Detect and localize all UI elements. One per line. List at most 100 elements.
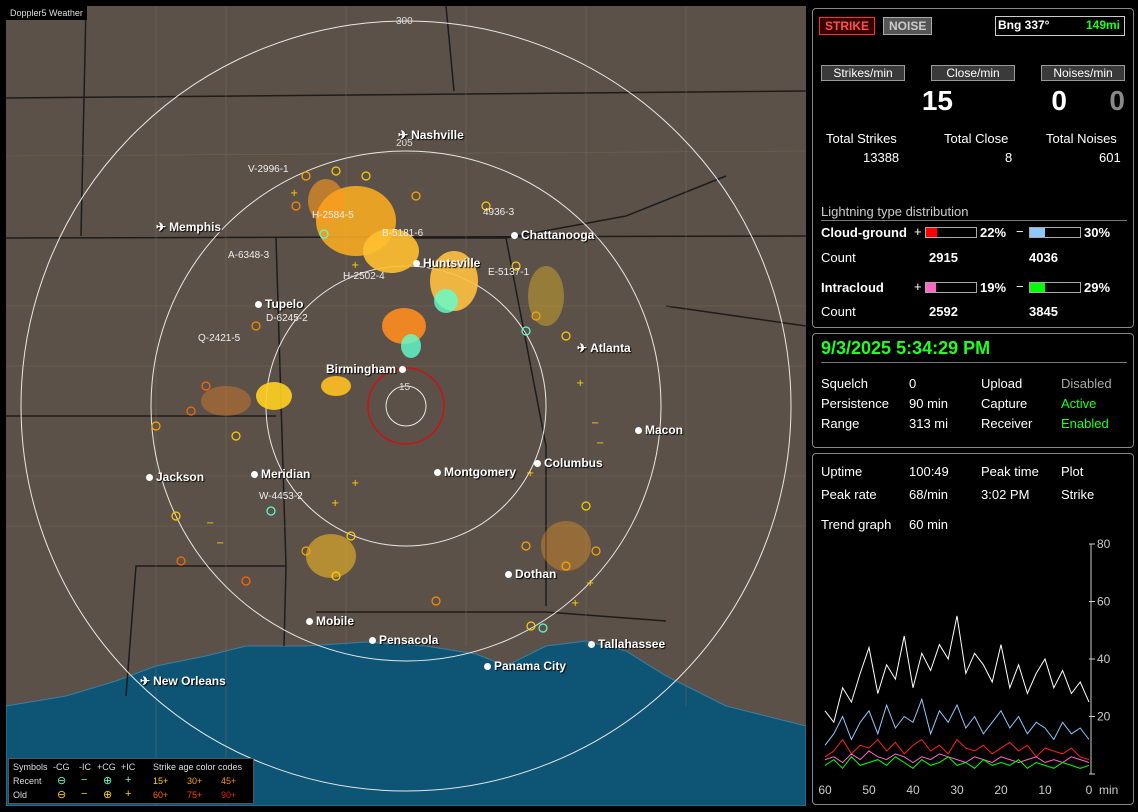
storm-label[interactable]: V-2996-1 — [248, 164, 289, 175]
upload-status[interactable]: Disabled — [1061, 376, 1112, 391]
noises-per-min-label: Noises/min — [1041, 65, 1125, 81]
minus-sign: − — [1016, 279, 1024, 294]
city-dot-icon — [588, 641, 595, 649]
receiver-status[interactable]: Enabled — [1061, 416, 1109, 431]
city-atlanta: ✈ Atlanta — [577, 341, 631, 355]
legend-symbols-label: Symbols — [13, 762, 48, 772]
cg-positive-count: 2915 — [929, 250, 958, 265]
city-dot-icon — [251, 471, 258, 479]
peak-rate-label: Peak rate — [821, 487, 877, 502]
symbol-legend: Symbols -CG -IC +CG +IC Strike age color… — [8, 758, 254, 804]
age-code: 45+ — [221, 776, 237, 786]
svg-text:−: − — [206, 518, 214, 529]
lightning-map[interactable]: + + + − − − − + + + + + Doppler5 Weather 300 205… — [6, 6, 806, 806]
uptime-label: Uptime — [821, 464, 863, 479]
storm-label[interactable]: D-6245-2 — [266, 313, 308, 324]
cg-positive-bar — [925, 227, 977, 238]
noises-per-min-value: 0 — [1109, 85, 1125, 116]
city-macon: Macon — [635, 423, 683, 437]
storm-label[interactable]: W-4453-2 — [259, 491, 303, 502]
svg-text:+: + — [571, 598, 579, 609]
range-value[interactable]: 313 mi — [909, 416, 948, 431]
city-chattanooga: Chattanooga — [511, 228, 594, 242]
plot-value[interactable]: Strike — [1061, 487, 1094, 502]
ic-negative-percent: 29% — [1084, 280, 1111, 295]
svg-text:+: + — [576, 378, 584, 389]
plus-sign: + — [914, 224, 922, 239]
city-dot-icon — [434, 469, 441, 477]
bearing-display: Bng 337° 149mi — [995, 16, 1125, 36]
trend-series-line — [824, 750, 1090, 764]
x-unit-label: min — [1099, 783, 1118, 797]
age-code: 15+ — [153, 776, 169, 786]
trend-graph-value[interactable]: 60 min — [909, 517, 948, 532]
ic-negative-bar — [1029, 282, 1081, 293]
airplane-icon: ✈ — [398, 128, 409, 142]
city-memphis: ✈ Memphis — [156, 220, 222, 234]
capture-label: Capture — [981, 396, 1028, 411]
cloud-ground-label: Cloud-ground — [821, 225, 907, 240]
age-code: 75+ — [187, 790, 203, 800]
airplane-icon: ✈ — [156, 220, 167, 234]
legend-age-title: Strike age color codes — [153, 762, 243, 772]
city-dot-icon — [484, 663, 491, 671]
ic-negative-count: 3845 — [1029, 304, 1058, 319]
city-huntsville: Huntsville — [413, 256, 480, 270]
storm-label[interactable]: 4936-3 — [483, 207, 514, 218]
intracloud-label: Intracloud — [821, 280, 884, 295]
city-dot-icon — [306, 618, 313, 626]
plus-sign: + — [914, 279, 922, 294]
city-jackson: Jackson — [146, 470, 204, 484]
legend-header: +IC — [121, 762, 136, 772]
city-birmingham: Birmingham — [326, 362, 409, 376]
noise-indicator-button[interactable]: NOISE — [883, 17, 933, 35]
persistence-value[interactable]: 90 min — [909, 396, 948, 411]
city-dot-icon — [635, 427, 642, 435]
neg-cg-recent-icon: ⊖ — [57, 775, 67, 787]
settings-panel: 9/3/2025 5:34:29 PM Squelch 0 Upload Dis… — [812, 333, 1134, 448]
strike-indicator-button[interactable]: STRIKE — [819, 17, 876, 35]
neg-ic-recent-icon: − — [81, 774, 88, 786]
city-tallahassee: Tallahassee — [588, 637, 665, 651]
peak-time-label: Peak time — [981, 464, 1039, 479]
range-label: Range — [821, 416, 860, 431]
total-noises-value: 601 — [1099, 150, 1121, 165]
city-dot-icon — [505, 571, 512, 579]
x-tick-label: 10 — [1038, 783, 1052, 797]
x-tick-label: 40 — [906, 783, 920, 797]
trend-series-line — [824, 697, 1090, 746]
age-code: 90+ — [221, 790, 237, 800]
storm-label[interactable]: B-5181-6 — [382, 228, 423, 239]
svg-text:−: − — [591, 418, 599, 429]
squelch-value[interactable]: 0 — [909, 376, 916, 391]
count-label: Count — [821, 250, 856, 265]
squelch-label: Squelch — [821, 376, 868, 391]
svg-text:+: + — [351, 478, 359, 489]
storm-label[interactable]: H-2584-5 — [312, 210, 354, 221]
peak-time-value: 3:02 PM — [981, 487, 1030, 502]
trend-series-line — [824, 738, 1090, 761]
range-label-inner: 15 — [399, 382, 411, 393]
peak-rate-value: 68/min — [909, 487, 949, 502]
ic-positive-bar — [925, 282, 977, 293]
total-strikes-label: Total Strikes — [826, 131, 897, 146]
uptime-value: 100:49 — [909, 464, 949, 479]
legend-header: +CG — [97, 762, 116, 772]
range-label-outer: 300 — [396, 16, 413, 27]
ic-positive-percent: 19% — [980, 280, 1007, 295]
storm-label[interactable]: A-6348-3 — [228, 250, 269, 261]
city-mobile: Mobile — [306, 614, 354, 628]
pos-cg-recent-icon: ⊕ — [103, 775, 113, 787]
receiver-label: Receiver — [981, 416, 1033, 431]
svg-text:−: − — [596, 438, 604, 449]
city-dothan: Dothan — [505, 567, 556, 581]
storm-label[interactable]: E-5137-1 — [488, 267, 529, 278]
city-new-orleans: ✈ New Orleans — [140, 674, 226, 688]
svg-text:+: + — [290, 188, 298, 199]
svg-text:+: + — [351, 260, 359, 271]
pos-ic-old-icon: + — [125, 788, 132, 800]
storm-label[interactable]: H-2502-4 — [343, 271, 385, 282]
city-meridian: Meridian — [251, 467, 310, 481]
capture-status[interactable]: Active — [1061, 396, 1096, 411]
storm-label[interactable]: Q-2421-5 — [198, 333, 240, 344]
